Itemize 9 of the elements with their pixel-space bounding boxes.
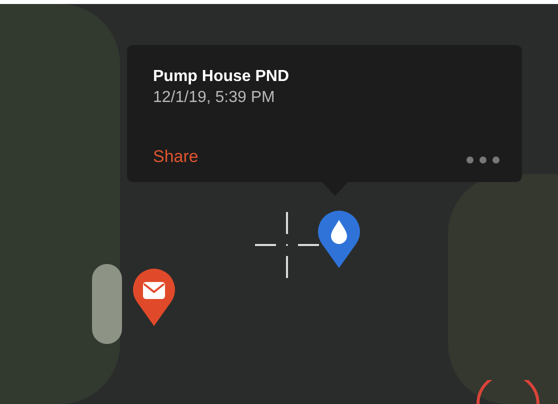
popup-timestamp: 12/1/19, 5:39 PM — [153, 88, 275, 108]
more-icon[interactable] — [466, 156, 500, 164]
satellite-map[interactable]: Pump House PND 12/1/19, 5:39 PM Share — [0, 4, 558, 404]
share-link[interactable]: Share — [153, 146, 198, 168]
envelope-marker-icon[interactable] — [131, 268, 177, 326]
popup-title: Pump House PND — [153, 67, 290, 87]
ring-icon[interactable] — [475, 380, 541, 404]
water-drop-marker-icon[interactable] — [316, 210, 362, 268]
crosshair-icon — [255, 212, 319, 278]
